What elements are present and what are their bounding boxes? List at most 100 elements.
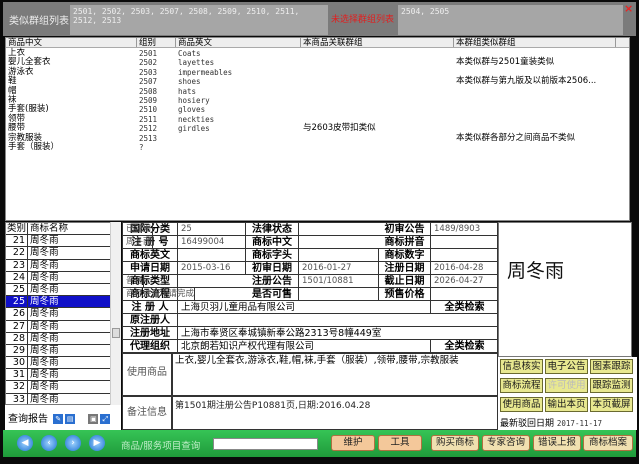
item-name: 周冬雨 xyxy=(30,271,59,283)
side-button[interactable]: 使用商品 xyxy=(500,397,543,412)
side-button[interactable]: 本页截屏 xyxy=(590,397,633,412)
footer-button[interactable]: 专家咨询 xyxy=(482,435,530,451)
remarks-field[interactable]: 第1501期注册公告P10881页,日期:2016.04.28 xyxy=(172,396,498,430)
side-button[interactable]: 图素跟踪 xyxy=(590,359,633,374)
list-item[interactable]: 26 周冬雨 xyxy=(6,308,120,321)
trademark-list: 类别 商标名称 21 周冬雨 22 周冬雨 23 周冬雨 24 周冬雨 25 周冬雨 25 周冬雨 26… xyxy=(5,222,121,405)
table-row[interactable]: 手套（服装）? xyxy=(6,143,629,153)
cell-group: 2507 xyxy=(139,77,158,87)
for-sale-label: 是否可售 xyxy=(246,288,299,301)
cell-related: 与2603皮带扣类似 xyxy=(303,123,376,134)
col-name[interactable]: 商标名称 xyxy=(28,223,68,234)
footer-button[interactable]: 商标档案 xyxy=(583,435,633,451)
side-button[interactable]: 输出本页 xyxy=(545,397,588,412)
col-group[interactable]: 组别 xyxy=(137,38,176,48)
cell-group: 2509 xyxy=(139,96,158,105)
list-item[interactable]: 24 周冬雨 xyxy=(6,271,120,284)
side-button[interactable]: 许可使用 xyxy=(545,378,588,393)
list-item[interactable]: 32 周冬雨 xyxy=(6,381,120,394)
detail-row: 注 册 人上海贝羽儿童用品有限公司 全类检索 xyxy=(123,301,499,314)
item-name: 周冬雨 xyxy=(30,320,59,332)
cell-group: 2510 xyxy=(139,105,158,115)
item-class: 24 xyxy=(6,271,28,283)
col-cn[interactable]: 商品中文 xyxy=(6,38,137,48)
item-name: 周冬雨 xyxy=(30,247,59,259)
footer-button[interactable]: 购买商标 xyxy=(431,435,479,451)
search-all-button[interactable]: 全类检索 xyxy=(431,340,499,353)
table-row[interactable]: 手套(服装) 2510 gloves xyxy=(6,105,629,115)
edit-icon[interactable]: ✎ xyxy=(53,414,64,424)
tm-digits-value xyxy=(431,249,499,262)
table-row[interactable]: 宗教服装 2513 本类似群各部分之间商品不类似 xyxy=(6,133,629,143)
col-en[interactable]: 商品英文 xyxy=(176,38,301,48)
cell-en: shoes xyxy=(178,77,201,87)
detail-row: 国际分类 25 法律状态 已注册 初审公告 1489/8903 xyxy=(123,223,499,236)
table-row[interactable]: 腰带 2512 girdles 与2603皮带扣类似 xyxy=(6,123,629,134)
save-icon[interactable]: ▣ xyxy=(88,414,99,424)
prelim-pub-value: 1489/8903 xyxy=(431,223,499,236)
tm-initial-value xyxy=(299,249,379,262)
query-input[interactable] xyxy=(213,438,318,450)
legal-status-value: 已注册 xyxy=(123,223,153,236)
next-icon[interactable]: › xyxy=(65,435,81,451)
col-class[interactable]: 类别 xyxy=(6,223,28,235)
footer-button[interactable]: 错误上报 xyxy=(533,435,581,451)
cell-group: 2513 xyxy=(139,133,158,143)
trademark-image: 周冬雨 xyxy=(498,222,632,357)
reject-date: 最新驳回日期 2017-11-17 xyxy=(500,416,602,429)
col-similar[interactable]: 本群组类似群组 xyxy=(454,38,616,48)
list-item[interactable]: 21 周冬雨 xyxy=(6,235,120,248)
list-item[interactable]: 31 周冬雨 xyxy=(6,369,120,382)
goods-field[interactable]: 上衣,婴儿全套衣,游泳衣,鞋,帽,袜,手套（服装）,领带,腰带,宗教服装 xyxy=(172,353,498,396)
unselected-groups-field[interactable]: 2504, 2505 xyxy=(398,5,623,35)
list-scrollbar[interactable] xyxy=(110,222,121,405)
side-button[interactable]: 信息核实 xyxy=(500,359,543,374)
cell-group: 2511 xyxy=(139,114,158,124)
footer-button[interactable]: 工具 xyxy=(378,435,422,451)
search-all-button[interactable]: 全类检索 xyxy=(431,301,499,314)
table-row[interactable]: 鞋 2507 shoes 本类似群与第九版及以前版本2506... xyxy=(6,76,629,87)
print-icon[interactable]: ▤ xyxy=(65,414,76,424)
table-row[interactable]: 帽 2508 hats xyxy=(6,86,629,96)
col-related[interactable]: 本商品关联群组 xyxy=(301,38,454,48)
prev-icon[interactable]: ‹ xyxy=(41,435,57,451)
expiry-value: 2026-04-27 xyxy=(431,275,499,288)
list-item[interactable]: 33 周冬雨 xyxy=(6,393,120,404)
orig-registrant-label: 原注册人 xyxy=(123,314,178,327)
trademark-details: 国际分类 25 法律状态 已注册 初审公告 1489/8903 注 册 号 16499004 商… xyxy=(122,222,499,353)
close-icon[interactable]: × xyxy=(624,2,633,15)
cell-en: hats xyxy=(178,86,197,96)
list-item[interactable]: 29 周冬雨 xyxy=(6,344,120,358)
list-item[interactable]: 30 周冬雨 xyxy=(6,357,120,370)
side-button[interactable]: 商标流程 xyxy=(500,378,543,393)
detail-row: 申请日期 2015-03-16 初审日期 2016-01-27 注册日期 2016-04-… xyxy=(123,262,499,275)
list-item[interactable]: 25 周冬雨 xyxy=(6,283,120,297)
side-button[interactable]: 电子公告 xyxy=(545,359,588,374)
cell-en: girdles xyxy=(178,124,210,134)
last-icon[interactable]: ▶ xyxy=(89,435,105,451)
item-name: 周冬雨 xyxy=(30,332,59,344)
scroll-thumb[interactable] xyxy=(112,328,120,338)
similar-groups-field[interactable]: 2501, 2502, 2503, 2507, 2508, 2509, 2510… xyxy=(70,5,328,35)
list-item[interactable]: 25 周冬雨 xyxy=(6,296,120,309)
reject-date-label: 最新驳回日期 xyxy=(500,419,555,429)
table-row[interactable]: 袜 2509 hosiery xyxy=(6,96,629,106)
tm-pinyin-value xyxy=(431,236,499,249)
cell-en: impermeables xyxy=(178,67,233,77)
side-button[interactable]: 跟踪监测 xyxy=(590,378,633,393)
footer-button[interactable]: 维护 xyxy=(331,435,375,451)
list-item[interactable]: 28 周冬雨 xyxy=(6,332,120,345)
cell-similar: 本类似群与第九版及以前版本2506... xyxy=(456,76,597,87)
first-icon[interactable]: ◀ xyxy=(17,435,33,451)
expand-icon[interactable]: ⤢ xyxy=(100,414,111,424)
cell-en: Coats xyxy=(178,49,201,58)
tm-en-value xyxy=(178,249,246,262)
list-item[interactable]: 27 周冬雨 xyxy=(6,320,120,333)
item-class: 25 xyxy=(6,283,28,296)
item-class: 30 xyxy=(6,357,28,369)
for-sale-value xyxy=(299,288,379,301)
list-item[interactable]: 22 周冬雨 xyxy=(6,247,120,260)
tm-pinyin-label: 商标拼音 xyxy=(379,236,431,249)
list-item[interactable]: 23 周冬雨 xyxy=(6,259,120,272)
table-row[interactable]: 婴儿全套衣 2502 layettes 本类似群与2501童装类似 xyxy=(6,58,629,68)
